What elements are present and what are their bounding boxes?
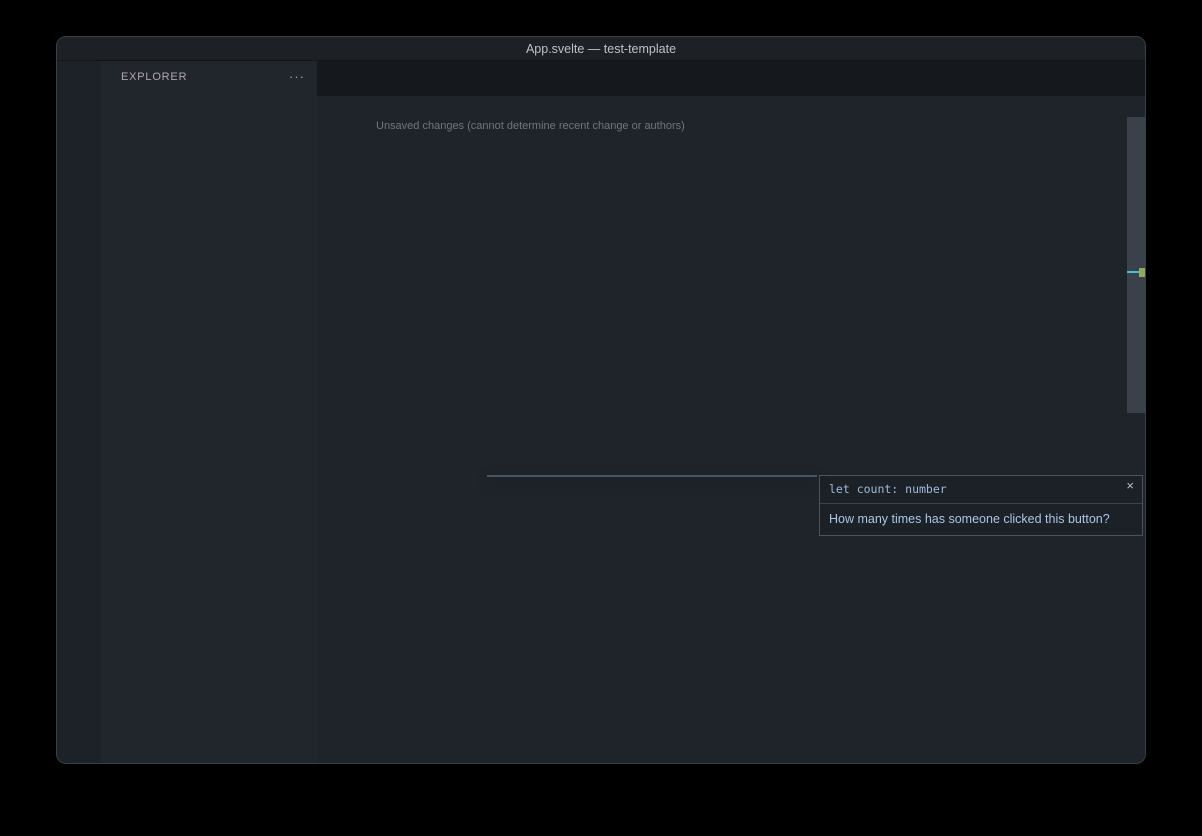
editor-scrollbar[interactable]	[1127, 117, 1145, 413]
close-window-button[interactable]	[66, 43, 78, 55]
code-editor[interactable]: Unsaved changes (cannot determine recent…	[317, 117, 1145, 763]
overview-ruler-modified-mark	[1139, 268, 1145, 277]
intellisense-suggest-widget	[487, 475, 817, 477]
zoom-window-button[interactable]	[106, 43, 118, 55]
vscode-window: App.svelte — test-template EXPLORER ··· …	[56, 36, 1146, 764]
titlebar[interactable]: App.svelte — test-template	[57, 37, 1145, 61]
symbol-documentation: How many times has someone clicked this …	[820, 504, 1142, 535]
close-icon[interactable]: ×	[1126, 478, 1134, 493]
minimize-window-button[interactable]	[86, 43, 98, 55]
window-controls	[66, 43, 118, 55]
suggest-details-panel: let count: number How many times has som…	[819, 475, 1143, 536]
overview-ruler-cursor-mark	[1127, 271, 1139, 273]
explorer-more-actions-icon[interactable]: ···	[289, 69, 305, 84]
unsaved-changes-annotation: Unsaved changes (cannot determine recent…	[376, 120, 685, 132]
breadcrumb[interactable]	[317, 96, 1145, 117]
editor-group: Unsaved changes (cannot determine recent…	[317, 61, 1145, 763]
explorer-header-label: EXPLORER	[121, 71, 187, 83]
tab-bar	[317, 61, 1145, 96]
window-title: App.svelte — test-template	[57, 42, 1145, 56]
explorer-sidebar: EXPLORER ···	[101, 61, 317, 763]
activity-bar	[57, 61, 101, 763]
symbol-signature: let count: number	[820, 476, 1142, 504]
